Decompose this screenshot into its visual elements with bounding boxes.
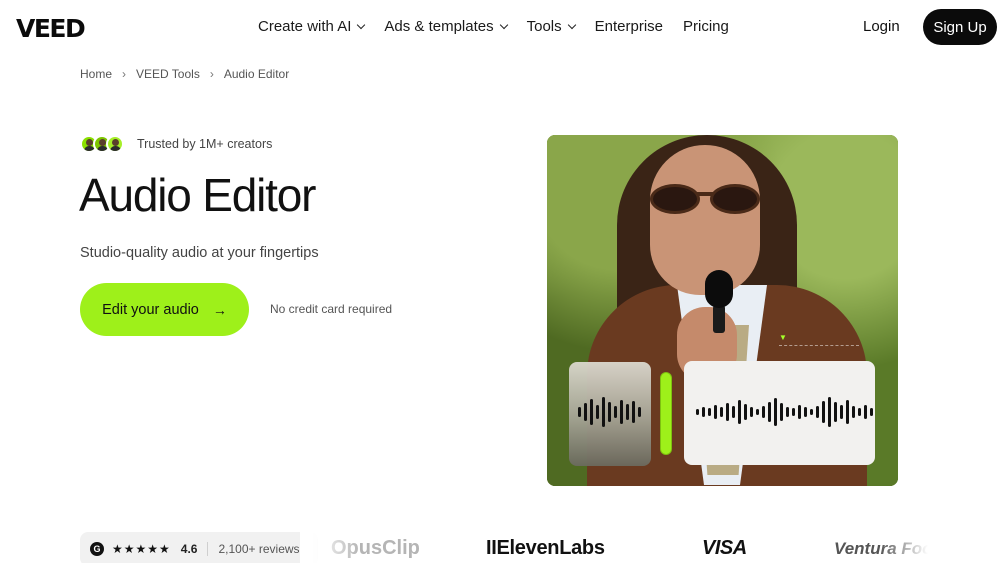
waveform-small [578, 392, 641, 432]
arrow-right-icon: → [212, 301, 227, 318]
fade-left [300, 530, 360, 563]
nav-label: Enterprise [594, 18, 664, 35]
breadcrumb-separator: › [209, 67, 214, 81]
brand-logo-elevenlabs: IIElevenLabs [486, 537, 605, 559]
breadcrumb-home[interactable]: Home [80, 67, 112, 81]
nav-enterprise[interactable]: Enterprise [595, 18, 663, 35]
trusted-badge: Trusted by 1M+ creators [80, 135, 272, 153]
microphone-icon [705, 270, 733, 308]
login-link[interactable]: Login [863, 18, 900, 35]
divider [207, 542, 209, 556]
page-title: Audio Editor [79, 169, 316, 221]
breadcrumb-current: Audio Editor [223, 67, 290, 81]
nav-label: Ads & templates [384, 18, 494, 35]
no-credit-card-note: No credit card required [270, 302, 393, 316]
signup-button[interactable]: Sign Up [923, 9, 997, 45]
nav-create-with-ai[interactable]: Create with AI [258, 18, 366, 35]
reviews-badge[interactable]: G ★★★★★ 4.6 2,100+ reviews [80, 532, 318, 563]
edit-your-audio-button[interactable]: Edit your audio → [80, 283, 249, 336]
cta-label: Edit your audio [102, 301, 199, 318]
site-header: VEED Create with AI Ads & templates Tool… [0, 0, 1000, 54]
sunglasses [650, 180, 762, 216]
trusted-text: Trusted by 1M+ creators [137, 137, 273, 151]
fade-right [880, 530, 940, 563]
avatar [106, 135, 124, 153]
hero-image: ▼ [547, 135, 898, 486]
dashed-line [779, 345, 859, 346]
marker-icon: ▼ [779, 333, 787, 342]
veed-logo[interactable]: VEED [16, 14, 86, 43]
g2-icon: G [90, 542, 104, 556]
nav-label: Create with AI [258, 18, 352, 35]
nav-tools[interactable]: Tools [526, 18, 576, 35]
breadcrumb-separator: › [122, 67, 127, 81]
creator-avatars [80, 135, 124, 153]
playhead-handle[interactable] [661, 373, 671, 454]
person-face [650, 145, 760, 295]
breadcrumb-veed-tools[interactable]: VEED Tools [136, 67, 200, 81]
page-subtitle: Studio-quality audio at your fingertips [80, 245, 319, 261]
brand-logo-visa: VISA [702, 537, 747, 559]
stars-icon: ★★★★★ [112, 542, 171, 556]
nav-label: Pricing [683, 18, 729, 35]
chevron-down-icon [567, 20, 576, 29]
breadcrumb: Home › VEED Tools › Audio Editor [80, 67, 289, 81]
mic-clip [713, 305, 725, 333]
waveform-large [696, 392, 873, 432]
rating-value: 4.6 [180, 542, 198, 556]
chevron-down-icon [499, 20, 508, 29]
nav-label: Tools [526, 18, 562, 35]
review-count: 2,100+ reviews [218, 542, 300, 556]
nav-pricing[interactable]: Pricing [683, 18, 729, 35]
nav-ads-templates[interactable]: Ads & templates [384, 18, 508, 35]
chevron-down-icon [357, 20, 366, 29]
main-nav: Create with AI Ads & templates Tools Ent… [258, 18, 749, 35]
